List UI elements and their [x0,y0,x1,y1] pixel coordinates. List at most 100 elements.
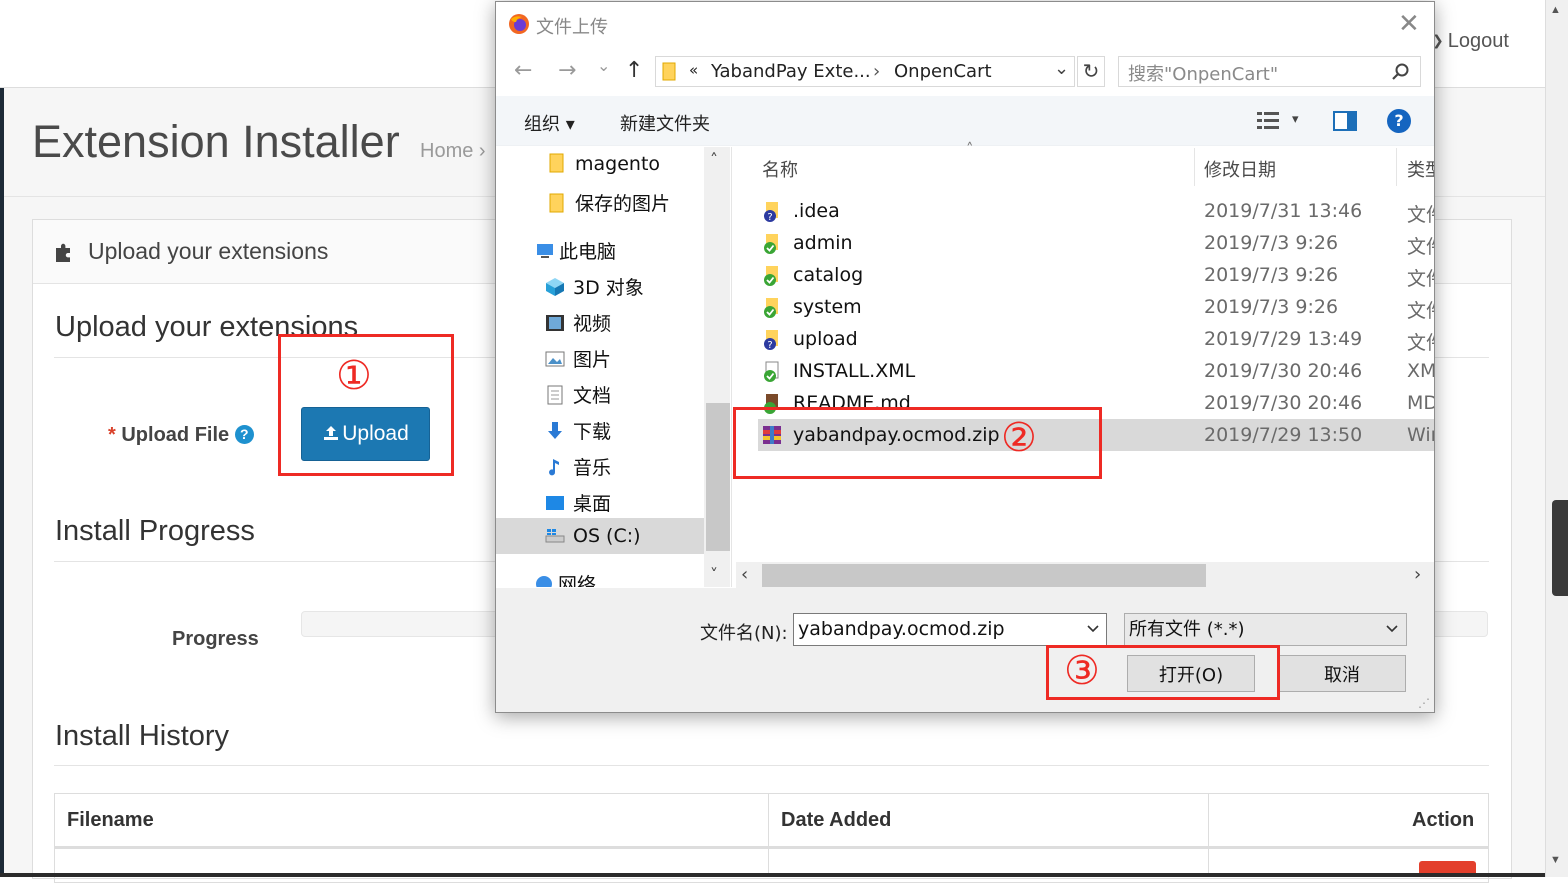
tree-item-os-c[interactable]: OS (C:) [545,525,641,547]
file-name: INSTALL.XML [793,360,916,382]
scroll-down-icon[interactable]: ˅ [710,565,718,584]
view-options-arrow[interactable]: ▾ [1292,112,1299,127]
scroll-right-icon[interactable]: › [1414,564,1421,585]
cancel-button[interactable]: 取消 [1278,655,1406,692]
table-header-border [55,846,1488,849]
address-overflow[interactable]: « [689,61,698,79]
chevron-down-icon[interactable] [1087,624,1099,634]
file-type: 文件 [1407,204,1434,226]
help-icon[interactable]: ? [234,425,254,444]
desktop-icon [546,496,564,510]
progress-label: Progress [172,628,259,650]
tree-item-downloads[interactable]: 下载 [545,417,611,444]
page-scrollbar[interactable] [1545,0,1568,877]
tree-item-saved-pictures[interactable]: 保存的图片 [547,189,670,216]
tree-item-network[interactable]: 网络 [534,570,596,587]
computer-icon [537,244,553,258]
hscroll-thumb[interactable] [762,564,1206,587]
address-separator[interactable]: › [873,61,880,82]
document-icon [547,385,563,405]
recent-locations-icon[interactable]: ⌄ [597,56,610,75]
drive-icon [545,529,565,543]
tree-item-desktop[interactable]: 桌面 [545,489,611,516]
required-mark: * [108,424,116,446]
resize-grip-icon[interactable]: ⋰ [1418,696,1430,710]
file-type: MD [1407,392,1434,414]
close-icon[interactable]: ✕ [1398,10,1420,38]
file-type: 文件 [1407,236,1434,258]
file-type: Wir [1407,424,1434,446]
file-row[interactable]: catalog 2019/7/3 9:26 文件 [758,259,1434,291]
dialog-title: 文件上传 [536,17,608,38]
history-table [54,793,1489,883]
column-header-type[interactable]: 类型 [1407,156,1434,182]
tree-clip: 网络 [496,560,704,587]
scroll-down-icon[interactable]: ▼ [1550,854,1561,866]
scroll-up-icon[interactable]: ˄ [710,150,718,169]
column-header-name[interactable]: 名称 [762,156,798,182]
filename-value: yabandpay.ocmod.zip [798,618,1005,640]
new-folder-button[interactable]: 新建文件夹 [620,110,710,136]
column-header-filename[interactable]: Filename [67,809,154,832]
file-row[interactable]: system 2019/7/3 9:26 文件 [758,291,1434,323]
breadcrumb[interactable]: Home › [420,140,486,163]
chevron-down-icon[interactable]: ⌄ [1054,58,1069,79]
tree-item-documents[interactable]: 文档 [545,381,611,408]
column-separator[interactable] [1194,148,1195,186]
file-row[interactable]: admin 2019/7/3 9:26 文件 [758,227,1434,259]
page-scroll-thumb[interactable] [1552,500,1568,596]
tree-item-label: 网络 [558,574,597,587]
file-type: 文件 [1407,268,1434,290]
tree-item-videos[interactable]: 视频 [545,309,611,336]
annotation-step-2: ② [1001,416,1037,460]
column-header-action: Action [1412,809,1475,831]
column-header-date[interactable]: 修改日期 [1204,156,1276,182]
folder-icon [662,62,676,81]
column-header-date-added[interactable]: Date Added [781,809,891,832]
search-placeholder: 搜索"OnpenCart" [1128,64,1279,85]
search-icon[interactable] [1391,62,1411,82]
preview-pane-icon[interactable] [1333,111,1357,131]
folder-synced-icon [764,298,778,318]
file-row[interactable]: ? upload 2019/7/29 13:49 文件 [758,323,1434,355]
file-type: 文件 [1407,332,1434,354]
upload-file-text: Upload File [121,424,230,446]
logout-label: Logout [1447,30,1509,52]
file-row[interactable]: INSTALL.XML 2019/7/30 20:46 XM [758,355,1434,387]
file-date: 2019/7/3 9:26 [1204,232,1339,254]
scroll-up-icon[interactable]: ▲ [1550,4,1561,16]
forward-arrow-icon[interactable]: → [558,58,576,83]
tree-item-label: magento [575,153,661,175]
logout-link[interactable]: ❯ Logout [1432,30,1509,53]
column-separator [1208,794,1209,877]
folder-unknown-icon: ? [764,202,778,223]
tree-item-label: 此电脑 [559,241,617,263]
organize-menu[interactable]: 组织 ▾ [524,110,575,136]
svg-text:?: ? [767,212,772,223]
page-title: Extension Installer [32,116,400,167]
tree-item-this-pc[interactable]: 此电脑 [535,237,616,264]
refresh-icon[interactable]: ↻ [1077,56,1105,87]
file-date: 2019/7/29 13:49 [1204,328,1363,350]
file-name: system [793,296,862,318]
tree-item-music[interactable]: 音乐 [545,453,611,480]
back-arrow-icon[interactable]: ← [514,58,532,83]
up-folder-icon[interactable]: ↑ [625,58,643,83]
address-crumb-2[interactable]: OnpenCart [894,61,992,82]
address-crumb-1[interactable]: YabandPay Exte... [711,61,871,82]
filename-input[interactable]: yabandpay.ocmod.zip [793,613,1107,646]
tree-scroll-thumb[interactable] [706,403,730,551]
chevron-down-icon[interactable] [1386,624,1398,634]
file-type-select[interactable]: 所有文件 (*.*) [1124,613,1407,646]
file-row[interactable]: ? .idea 2019/7/31 13:46 文件 [758,195,1434,227]
taskbar-edge [0,873,1545,877]
help-icon[interactable]: ? [1387,109,1411,133]
tree-item-pictures[interactable]: 图片 [545,345,611,372]
folder-synced-icon [764,266,778,286]
tree-item-magento[interactable]: magento [547,153,660,175]
file-date: 2019/7/29 13:50 [1204,424,1363,446]
scroll-left-icon[interactable]: ‹ [741,564,748,585]
annotation-step-1: ① [336,354,372,398]
view-options-icon[interactable] [1257,111,1279,131]
tree-item-3d-objects[interactable]: 3D 对象 [545,273,644,300]
